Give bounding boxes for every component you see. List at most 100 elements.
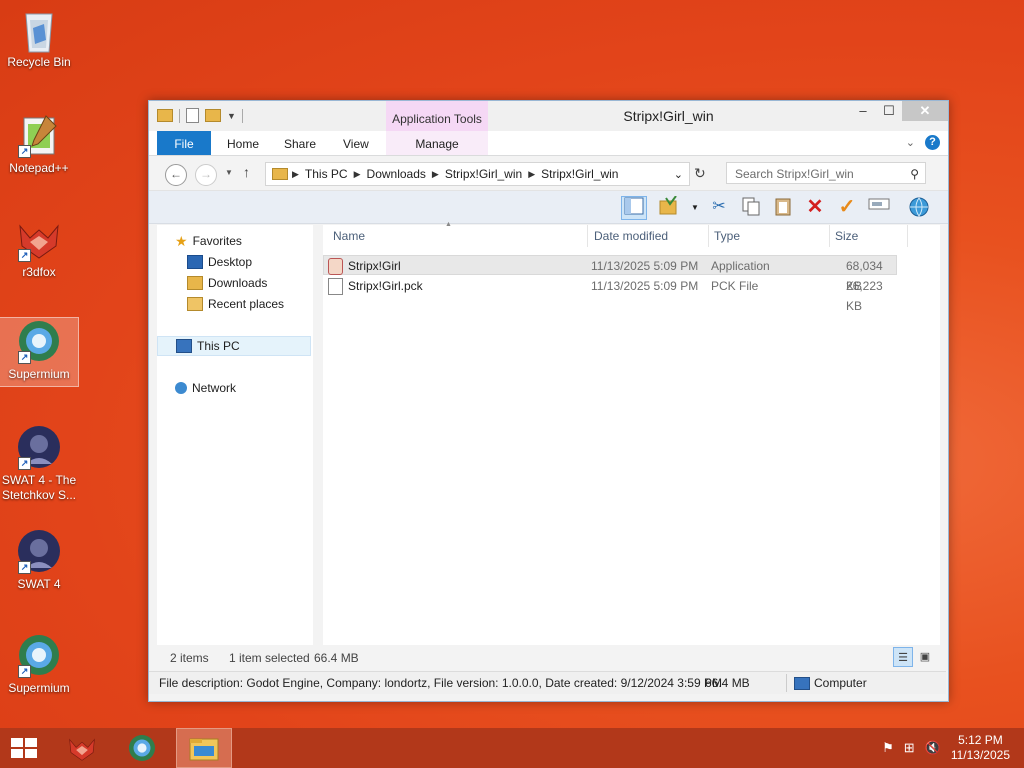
tab-file[interactable]: File <box>157 131 211 155</box>
minimize-button[interactable]: – <box>850 101 876 121</box>
breadcrumb-separator: ▶ <box>528 168 536 179</box>
system-tray: ⚑ ⊞ 🔇 5:12 PM 11/13/2025 <box>882 728 1024 768</box>
status-bar: 2 items 1 item selected 66.4 MB ☰ ▣ <box>157 647 940 669</box>
search-input[interactable]: Search Stripx!Girl_win ⚲ <box>726 162 926 184</box>
delete-button[interactable]: ✕ <box>803 196 827 218</box>
folder-icon <box>272 168 288 180</box>
details-view-button[interactable]: ☰ <box>893 647 913 667</box>
rename-button[interactable] <box>867 196 891 218</box>
clock[interactable]: 5:12 PM 11/13/2025 <box>951 733 1010 763</box>
tab-view[interactable]: View <box>343 131 369 155</box>
r3dfox-icon <box>69 738 95 761</box>
divider <box>829 225 830 247</box>
desktop-icon-supermium-selected[interactable]: ↗ Supermium <box>0 317 79 387</box>
r3dfox-icon: ↗ <box>16 216 62 262</box>
divider <box>786 674 787 692</box>
properties-folder-button[interactable] <box>657 195 681 218</box>
desktop-icon-label: Notepad++ <box>9 161 69 175</box>
copy-button[interactable] <box>739 196 763 218</box>
file-date: 11/13/2025 5:09 PM <box>591 279 699 293</box>
desktop-icon-label: SWAT 4 - The Stetchkov S... <box>1 473 77 502</box>
tab-manage[interactable]: Manage <box>386 131 488 155</box>
shortcut-arrow-icon: ↗ <box>18 249 31 262</box>
tab-home[interactable]: Home <box>227 131 259 155</box>
start-button[interactable] <box>0 728 48 768</box>
recycle-bin-icon <box>16 6 62 53</box>
nav-label: This PC <box>197 339 240 353</box>
desktop-icon-recycle-bin[interactable]: Recycle Bin <box>0 6 78 70</box>
clock-time: 5:12 PM <box>958 733 1003 747</box>
address-bar-row: ← → ▼ ↑ ▶ This PC ▶ Downloads ▶ Stripx!G… <box>149 156 948 191</box>
desktop-icon-notepadpp[interactable]: ↗ Notepad++ <box>0 112 78 176</box>
desktop-icon-swat4-stetchkov[interactable]: ↗ SWAT 4 - The Stetchkov S... <box>0 424 78 503</box>
tab-share[interactable]: Share <box>284 131 316 155</box>
breadcrumb-this-pc[interactable]: This PC <box>299 167 354 181</box>
large-icons-view-button[interactable]: ▣ <box>915 647 935 667</box>
address-dropdown-icon[interactable]: ⌄ <box>674 168 683 181</box>
breadcrumb-folder[interactable]: Stripx!Girl_win <box>439 167 528 181</box>
nav-label: Downloads <box>208 276 268 290</box>
network-globe-button[interactable] <box>907 196 931 218</box>
desktop-icon-r3dfox[interactable]: ↗ r3dfox <box>0 216 78 280</box>
nav-network[interactable]: Network <box>175 378 236 398</box>
title-bar[interactable]: ▼ Application Tools Stripx!Girl_win – ☐ … <box>149 101 948 131</box>
expand-ribbon-icon[interactable]: ⌄ <box>906 136 915 149</box>
up-button[interactable]: ↑ <box>243 164 250 180</box>
nav-desktop[interactable]: Desktop <box>187 252 252 272</box>
column-header-type[interactable]: Type <box>710 225 740 247</box>
help-icon[interactable]: ? <box>925 135 940 150</box>
shortcut-arrow-icon: ↗ <box>18 665 31 678</box>
file-icon <box>328 277 343 295</box>
column-header-date[interactable]: Date modified <box>590 225 668 247</box>
select-all-button[interactable]: ✓ <box>835 196 859 218</box>
swat4-icon: ↗ <box>16 528 62 574</box>
address-field[interactable]: ▶ This PC ▶ Downloads ▶ Stripx!Girl_win … <box>265 162 690 186</box>
taskbar-supermium[interactable] <box>114 728 170 768</box>
nav-downloads[interactable]: Downloads <box>187 273 267 293</box>
volume-muted-icon[interactable]: 🔇 <box>925 740 941 756</box>
windows-logo-icon <box>11 738 37 758</box>
maximize-button[interactable]: ☐ <box>876 101 902 121</box>
taskbar-file-explorer[interactable] <box>176 728 232 768</box>
desktop-icon-label: Recycle Bin <box>7 55 71 69</box>
table-row[interactable]: Stripx!Girl 11/13/2025 5:09 PM Applicati… <box>323 255 897 293</box>
shortcut-arrow-icon: ↗ <box>18 561 31 574</box>
file-type: Application <box>711 259 770 273</box>
breadcrumb-separator: ▶ <box>353 168 361 179</box>
cut-button[interactable]: ✂ <box>707 196 731 218</box>
network-status-icon[interactable]: ⊞ <box>904 740 915 756</box>
file-name: Stripx!Girl <box>348 259 401 273</box>
details-bar: File description: Godot Engine, Company:… <box>149 671 946 694</box>
paste-button[interactable] <box>771 196 795 218</box>
action-center-flag-icon[interactable]: ⚑ <box>882 740 894 756</box>
preview-pane-button[interactable] <box>621 196 647 220</box>
desktop-icon-supermium[interactable]: ↗ Supermium <box>0 632 78 696</box>
chevron-down-icon[interactable]: ▼ <box>691 203 699 212</box>
column-header-size[interactable]: Size <box>831 225 858 247</box>
taskbar-r3dfox[interactable] <box>54 728 110 768</box>
nav-favorites[interactable]: ★ Favorites <box>175 231 242 251</box>
forward-button[interactable]: → <box>195 164 217 186</box>
close-button[interactable]: ✕ <box>902 101 948 121</box>
star-icon: ★ <box>175 233 188 249</box>
back-button[interactable]: ← <box>165 164 187 186</box>
file-explorer-icon <box>189 738 219 761</box>
file-name-cell: Stripx!Girl <box>328 256 401 276</box>
breadcrumb-separator: ▶ <box>292 168 299 179</box>
divider <box>708 225 709 247</box>
sort-indicator-icon: ▲ <box>445 221 452 228</box>
nav-recent-places[interactable]: Recent places <box>187 294 284 314</box>
nav-this-pc[interactable]: This PC <box>157 336 311 356</box>
breadcrumb-downloads[interactable]: Downloads <box>361 167 432 181</box>
table-row[interactable]: Stripx!Girl.pck 11/13/2025 5:09 PM PCK F… <box>323 276 897 313</box>
breadcrumb-current[interactable]: Stripx!Girl_win <box>535 167 624 181</box>
column-header-name[interactable]: Name <box>329 225 365 247</box>
recent-places-icon <box>187 297 203 311</box>
recent-locations-icon[interactable]: ▼ <box>225 168 233 177</box>
window-controls: – ☐ ✕ <box>850 101 948 121</box>
computer-icon <box>794 677 810 690</box>
desktop-icon-swat4[interactable]: ↗ SWAT 4 <box>0 528 78 592</box>
file-list: ▲ Name Date modified Type Size Stripx!Gi… <box>323 221 940 645</box>
navigation-pane: ★ Favorites Desktop Downloads Recent pla… <box>157 225 313 645</box>
refresh-button[interactable]: ↻ <box>694 165 706 182</box>
